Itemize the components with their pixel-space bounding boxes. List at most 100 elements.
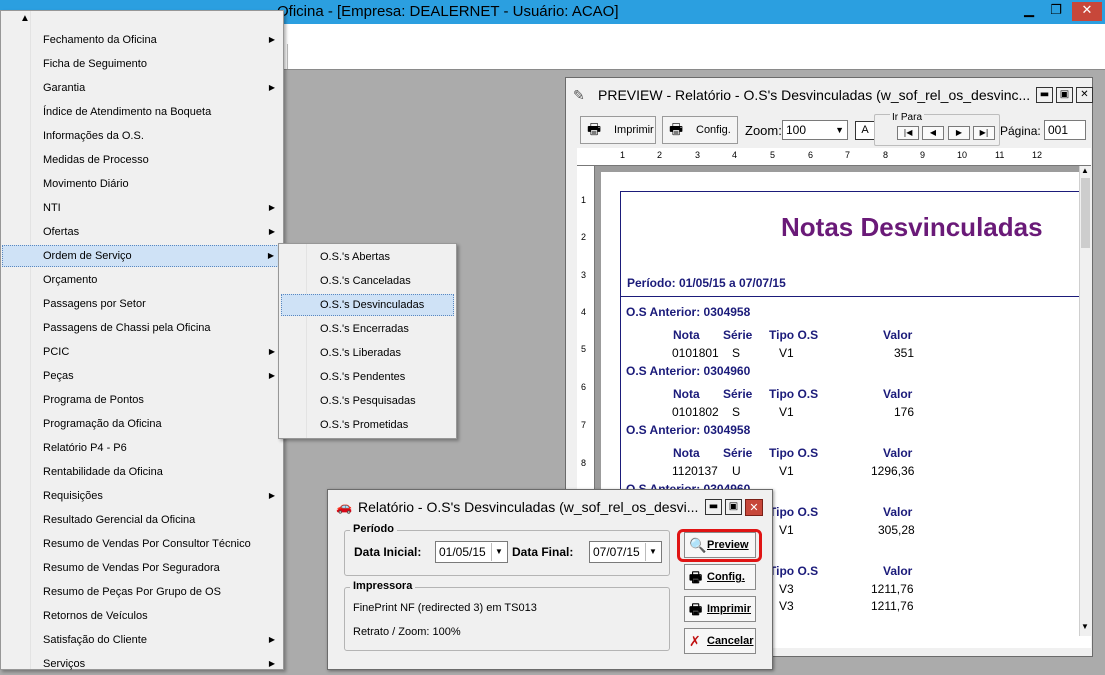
menu-item[interactable]: Medidas de Processo	[2, 149, 283, 171]
menu-item-label: PCIC	[43, 346, 70, 358]
data-inicial-field[interactable]: 01/05/15 ▼	[435, 541, 508, 563]
menu-item-label: Resumo de Peças Por Grupo de OS	[43, 586, 221, 598]
scrollbar-thumb[interactable]	[1081, 178, 1090, 248]
menu-item[interactable]: Passagens de Chassi pela Oficina	[2, 317, 283, 339]
menu-item[interactable]: Rentabilidade da Oficina	[2, 461, 283, 483]
vertical-scrollbar[interactable]: ▲ ▼	[1079, 166, 1091, 636]
col-valor: Valor	[883, 505, 913, 519]
menu-item[interactable]: Garantia ▶	[2, 77, 283, 99]
report-divider	[621, 296, 1091, 297]
menu-item[interactable]: Resumo de Vendas Por Seguradora	[2, 557, 283, 579]
submenu-item-label: O.S.'s Desvinculadas	[320, 299, 425, 311]
menu-item[interactable]: Informações da O.S.	[2, 125, 283, 147]
menu-item[interactable]: Fechamento da Oficina ▶	[2, 29, 283, 51]
menu-item[interactable]: Satisfação do Cliente ▶	[2, 629, 283, 651]
cell-valor: 305,28	[878, 523, 915, 537]
data-final-label: Data Final:	[512, 545, 574, 559]
submenu-item-label: O.S.'s Abertas	[320, 251, 390, 263]
menu-item[interactable]: Programação da Oficina	[2, 413, 283, 435]
menu-item-label: Ofertas	[43, 226, 80, 238]
submenu-item[interactable]: O.S.'s Prometidas	[281, 414, 454, 436]
dialog-config-button[interactable]: 🖶 Config.	[684, 564, 756, 590]
menu-item[interactable]: Ofertas ▶	[2, 221, 283, 243]
cell-valor: 1211,76	[871, 582, 914, 596]
dialog-print-button[interactable]: 🖶 Imprimir	[684, 596, 756, 622]
scroll-down-icon[interactable]: ▼	[1081, 622, 1089, 631]
chevron-down-icon[interactable]: ▼	[645, 543, 660, 561]
car-icon: 🚗	[336, 499, 353, 514]
menu-item[interactable]: NTI ▶	[2, 197, 283, 219]
menu-item-label: Movimento Diário	[43, 178, 129, 190]
submenu-arrow-icon: ▶	[268, 203, 275, 212]
dialog-close-icon[interactable]: ✕	[745, 499, 763, 516]
submenu-item[interactable]: O.S.'s Liberadas	[281, 342, 454, 364]
menu-item[interactable]: Retornos de Veículos	[2, 605, 283, 627]
menu-scroll-up-icon[interactable]: ▲	[1, 11, 283, 29]
cell-serie: S	[732, 405, 741, 419]
ruler-tick-label: 5	[581, 344, 587, 354]
preview-restore-icon[interactable]: ▣	[1056, 87, 1073, 103]
dialog-print-label: Imprimir	[707, 603, 752, 615]
prev-page-button[interactable]: ◀	[922, 126, 944, 140]
menu-item[interactable]: Passagens por Setor	[2, 293, 283, 315]
preview-minimize-icon[interactable]: ▬	[1036, 87, 1053, 103]
submenu-item-label: O.S.'s Prometidas	[320, 419, 409, 431]
ruler-tick-label: 6	[808, 150, 814, 160]
report-period: Período: 01/05/15 a 07/07/15	[627, 276, 786, 290]
data-final-field[interactable]: 07/07/15 ▼	[589, 541, 662, 563]
dialog-restore-icon[interactable]: ▣	[725, 499, 742, 515]
printer-icon: 🖶	[587, 121, 602, 138]
col-nota: Nota	[673, 387, 700, 401]
minimize-icon[interactable]: ▁	[1016, 2, 1042, 21]
submenu-item[interactable]: O.S.'s Pesquisadas	[281, 390, 454, 412]
submenu-item-label: O.S.'s Encerradas	[320, 323, 409, 335]
menu-item[interactable]: Ficha de Seguimento	[2, 53, 283, 75]
col-tipo: Tipo O.S	[769, 446, 819, 460]
menu-item[interactable]: Peças ▶	[2, 365, 283, 387]
report-title: Notas Desvinculadas	[781, 212, 1043, 242]
menu-item-label: Resultado Gerencial da Oficina	[43, 514, 196, 526]
submenu-item[interactable]: O.S.'s Encerradas	[281, 318, 454, 340]
menu-item-label: Programação da Oficina	[43, 418, 162, 430]
menu-item[interactable]: Requisições ▶	[2, 485, 283, 507]
zoom-select[interactable]: 100 ▼	[782, 120, 848, 140]
menu-item[interactable]: Índice de Atendimento na Boqueta	[2, 101, 283, 123]
chevron-down-icon: ▼	[835, 125, 844, 135]
submenu-item[interactable]: O.S.'s Desvinculadas	[281, 294, 454, 316]
ruler-tick-label: 5	[770, 150, 776, 160]
menu-item[interactable]: Orçamento	[2, 269, 283, 291]
chevron-down-icon[interactable]: ▼	[491, 543, 506, 561]
menu-item[interactable]: Serviços ▶	[2, 653, 283, 675]
menu-item[interactable]: Ordem de Serviço ▶	[2, 245, 283, 267]
scroll-up-icon[interactable]: ▲	[1081, 166, 1089, 175]
close-icon[interactable]: ✕	[1072, 2, 1102, 21]
os-submenu: O.S.'s Abertas O.S.'s Canceladas O.S.'s De…	[278, 243, 457, 439]
menu-item-label: Medidas de Processo	[43, 154, 149, 166]
menu-item[interactable]: PCIC ▶	[2, 341, 283, 363]
menu-item[interactable]: Resumo de Peças Por Grupo de OS	[2, 581, 283, 603]
preview-title-bar: ✎ PREVIEW - Relatório - O.S's Desvincula…	[566, 78, 1093, 112]
cell-tipo: V1	[779, 405, 794, 419]
col-tipo: Tipo O.S	[769, 328, 819, 342]
config-button[interactable]: 🖶 Config.	[662, 116, 738, 144]
restore-icon[interactable]: ❐	[1043, 2, 1069, 21]
preview-close-icon[interactable]: ✕	[1076, 87, 1093, 103]
ruler-tick-label: 2	[581, 232, 587, 242]
menu-item[interactable]: Resumo de Vendas Por Consultor Técnico	[2, 533, 283, 555]
menu-item[interactable]: Movimento Diário	[2, 173, 283, 195]
page-input[interactable]: 001	[1044, 120, 1086, 140]
next-page-button[interactable]: ▶	[948, 126, 970, 140]
fit-page-button[interactable]: A	[855, 121, 875, 140]
submenu-item[interactable]: O.S.'s Pendentes	[281, 366, 454, 388]
menu-item[interactable]: Programa de Pontos	[2, 389, 283, 411]
dialog-minimize-icon[interactable]: ▬	[705, 499, 722, 515]
submenu-item[interactable]: O.S.'s Canceladas	[281, 270, 454, 292]
first-page-button[interactable]: |◀	[897, 126, 919, 140]
zoom-label: Zoom:	[745, 123, 782, 138]
submenu-item[interactable]: O.S.'s Abertas	[281, 246, 454, 268]
menu-item[interactable]: Resultado Gerencial da Oficina	[2, 509, 283, 531]
menu-item[interactable]: Relatório P4 - P6	[2, 437, 283, 459]
last-page-button[interactable]: ▶|	[973, 126, 995, 140]
print-button[interactable]: 🖶 Imprimir	[580, 116, 656, 144]
cancel-button[interactable]: ✗ Cancelar	[684, 628, 756, 654]
